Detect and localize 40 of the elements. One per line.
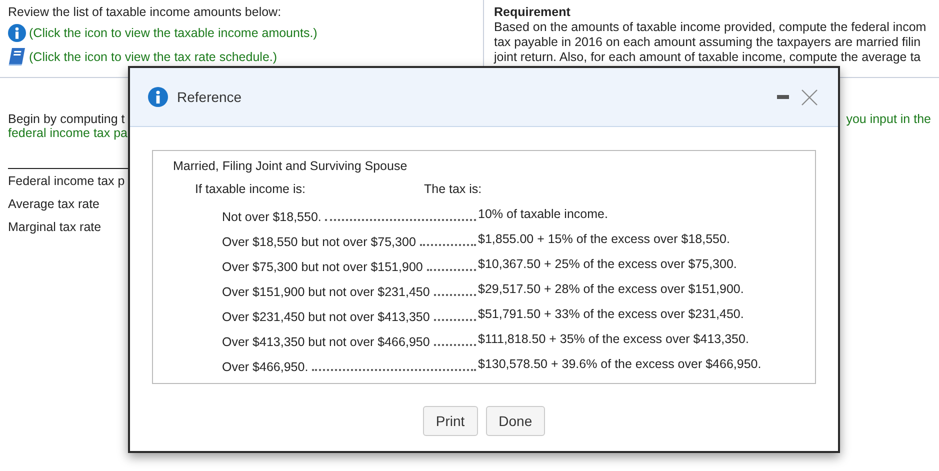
requirement-text: joint return. Also, for each amount of taxable income, compute the average ta: [494, 50, 922, 65]
tax-formula: $51,791.50 + 33% of the excess over $231,450.: [478, 307, 744, 321]
instruction-text: Begin by computing t: [8, 112, 126, 126]
income-range: Over $413,350 but not over $466,950: [222, 335, 430, 349]
column-header: The tax is:: [424, 182, 482, 196]
close-icon: [801, 88, 818, 106]
minimize-button[interactable]: [777, 94, 789, 100]
row-label: Marginal tax rate: [8, 220, 102, 234]
income-range: Over $466,950.: [222, 360, 308, 374]
intro-text: Review the list of taxable income amounts below:: [8, 5, 282, 19]
tax-formula: $130,578.50 + 39.6% of the excess over $466,950.: [478, 357, 762, 371]
income-range: Over $75,300 but not over $151,900: [222, 260, 423, 274]
income-range: Over $231,450 but not over $413,350: [222, 310, 430, 324]
requirement-heading: Requirement: [494, 5, 572, 20]
requirement-text: Based on the amounts of taxable income provided, compute the federal incom: [494, 20, 928, 35]
tax-formula: 10% of taxable income.: [478, 207, 608, 221]
requirement-text: tax payable in 2016 on each amount assuming the taxpayers are married filin: [494, 35, 922, 50]
row-label: Federal income tax p: [8, 174, 126, 188]
minimize-icon: [777, 94, 789, 100]
reference-link[interactable]: (Click the icon to view the taxable income amounts.): [29, 26, 318, 40]
dialog-button[interactable]: Print: [422, 406, 478, 436]
tax-formula: $111,818.50 + 35% of the excess over $413,350.: [478, 332, 749, 346]
info-icon: [8, 24, 26, 42]
instruction-text: you input in the: [846, 112, 931, 128]
tax-formula: $10,367.50 + 25% of the excess over $75,300.: [478, 257, 737, 271]
close-button[interactable]: [801, 88, 818, 106]
reference-link[interactable]: (Click the icon to view the tax rate schedule.): [29, 50, 278, 64]
info-icon: [148, 87, 168, 107]
instruction-text: federal income tax pa: [8, 126, 128, 140]
book-icon: [8, 47, 26, 66]
income-range: Over $151,900 but not over $231,450: [222, 285, 430, 299]
row-label: Average tax rate: [8, 197, 100, 211]
dialog-title: Reference: [177, 89, 243, 105]
income-range: Not over $18,550.: [222, 210, 322, 224]
tax-formula: $29,517.50 + 28% of the excess over $151,900.: [478, 282, 744, 296]
tax-formula: $1,855.00 + 15% of the excess over $18,550.: [478, 232, 730, 246]
income-range: Over $18,550 but not over $75,300: [222, 235, 416, 249]
schedule-title: Married, Filing Joint and Surviving Spouse: [173, 159, 408, 173]
dialog-button[interactable]: Done: [486, 406, 546, 436]
column-header: If taxable income is:: [195, 182, 306, 196]
